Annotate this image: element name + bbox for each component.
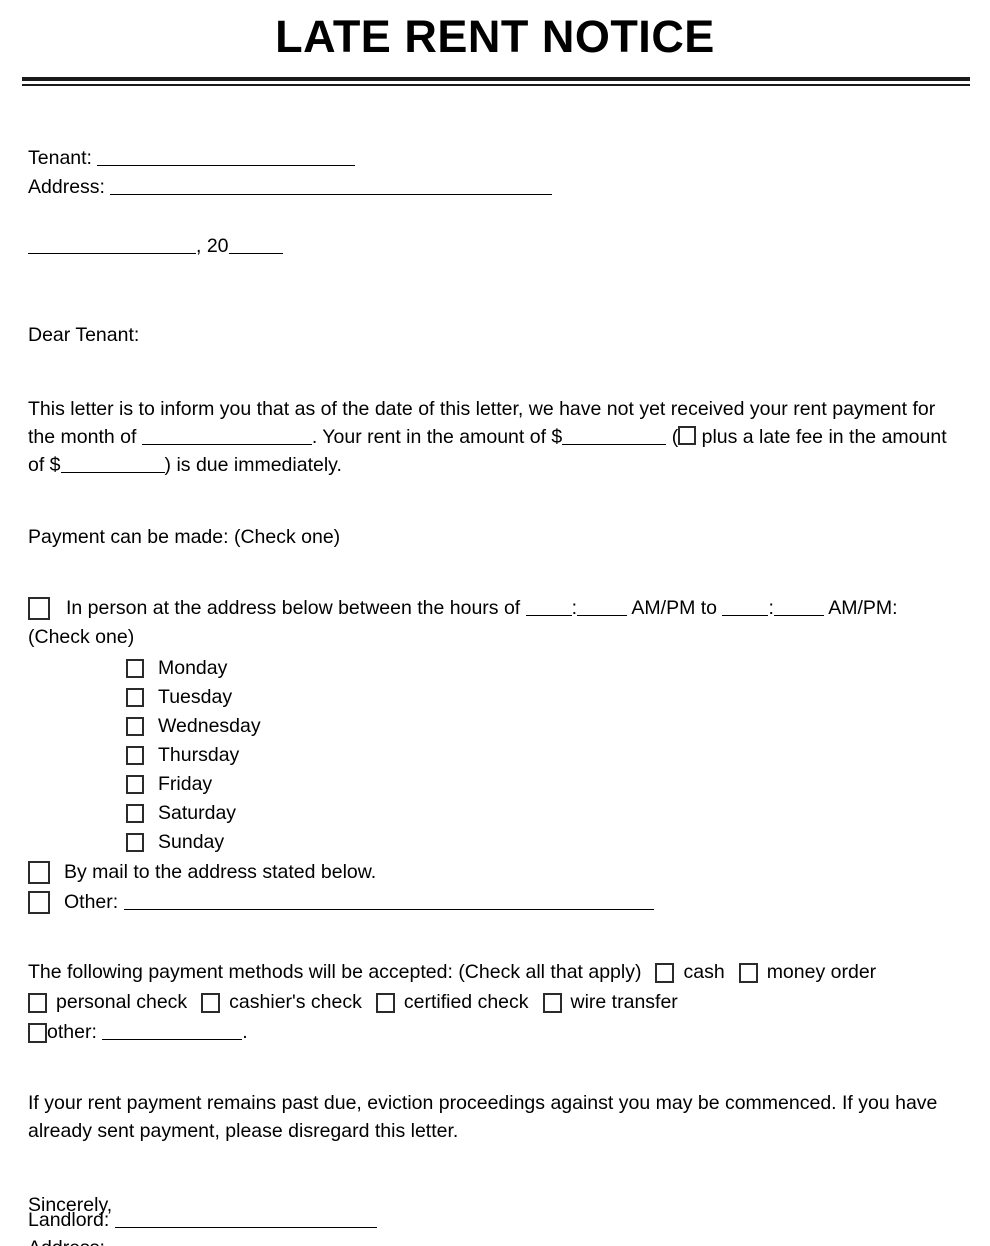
- body-intro-part2: . Your rent in the amount of $: [311, 426, 563, 448]
- payment-label-other: other:: [47, 1021, 97, 1043]
- other-delivery-blank[interactable]: [123, 892, 654, 910]
- address-input-blank[interactable]: [110, 177, 553, 195]
- body-intro-part5: ) is due immediately.: [164, 454, 342, 476]
- checkbox-sunday[interactable]: [126, 833, 144, 853]
- in-person-row: In person at the address below between t…: [28, 594, 962, 623]
- document-page: LATE RENT NOTICE Tenant: Address: , 20 D…: [0, 0, 990, 1246]
- landlord-row: Landlord:: [28, 1206, 958, 1234]
- signature-block: Landlord: Address:: [28, 1206, 958, 1246]
- day-row-sunday[interactable]: Sunday: [126, 828, 962, 857]
- rent-amount-blank[interactable]: [562, 427, 667, 445]
- end-hour-blank[interactable]: [722, 598, 769, 616]
- payment-methods-row-2: personal check cashier's check certified c…: [28, 987, 962, 1017]
- day-row-thursday[interactable]: Thursday: [126, 741, 962, 770]
- header-divider: [22, 77, 970, 86]
- checkbox-thursday[interactable]: [126, 746, 144, 766]
- in-person-label: In person at the address below between t…: [66, 597, 521, 619]
- late-fee-checkbox[interactable]: [678, 426, 697, 446]
- checkbox-by-mail[interactable]: [28, 861, 50, 885]
- notice-body-text: This letter is to inform you that as of …: [28, 395, 962, 479]
- date-year-prefix: , 20: [196, 235, 229, 257]
- in-person-checkbox[interactable]: [28, 597, 50, 621]
- late-fee-amount-blank[interactable]: [60, 455, 165, 473]
- date-row: , 20: [28, 232, 962, 261]
- day-label-monday: Monday: [158, 657, 228, 679]
- notice-body-paragraph: This letter is to inform you that as of …: [28, 395, 962, 479]
- day-row-saturday[interactable]: Saturday: [126, 799, 962, 828]
- other-payment-blank[interactable]: [102, 1022, 243, 1040]
- in-person-check-one: (Check one): [28, 626, 135, 648]
- salutation: Dear Tenant:: [28, 324, 140, 346]
- page-title: LATE RENT NOTICE: [275, 11, 715, 62]
- divider-thin-line: [22, 84, 970, 86]
- payment-label-cash: cash: [683, 961, 725, 983]
- day-row-tuesday[interactable]: Tuesday: [126, 683, 962, 712]
- address-row: Address:: [28, 173, 962, 202]
- payment-label-certified-check: certified check: [403, 991, 529, 1013]
- end-am-pm-label: AM/PM:: [828, 597, 898, 619]
- option-row-by-mail[interactable]: By mail to the address stated below.: [28, 857, 962, 887]
- landlord-label: Landlord:: [28, 1209, 110, 1231]
- day-row-friday[interactable]: Friday: [126, 770, 962, 799]
- payment-method-heading: Payment can be made: (Check one): [28, 526, 341, 548]
- date-month-day-blank[interactable]: [28, 236, 196, 254]
- checkbox-saturday[interactable]: [126, 804, 144, 824]
- payment-label-personal-check: personal check: [56, 991, 188, 1013]
- tenant-info-section: Tenant: Address:: [28, 144, 962, 202]
- start-hour-blank[interactable]: [525, 598, 572, 616]
- in-person-option: In person at the address below between t…: [28, 594, 962, 652]
- checkbox-cashiers-check[interactable]: [201, 992, 221, 1013]
- payment-methods-row-1: The following payment methods will be ac…: [28, 957, 962, 987]
- day-label-friday: Friday: [158, 773, 213, 795]
- checkbox-certified-check[interactable]: [375, 992, 395, 1013]
- day-label-thursday: Thursday: [158, 744, 240, 766]
- date-year-blank[interactable]: [228, 236, 283, 254]
- payment-other-period: .: [242, 1021, 248, 1043]
- option-label-by-mail: By mail to the address stated below.: [64, 861, 377, 883]
- checkbox-money-order[interactable]: [738, 962, 758, 983]
- day-label-tuesday: Tuesday: [158, 686, 233, 708]
- checkbox-other-payment[interactable]: [28, 1022, 47, 1043]
- checkbox-cash[interactable]: [655, 962, 675, 983]
- checkbox-wednesday[interactable]: [126, 717, 144, 737]
- delivery-options: By mail to the address stated below. Oth…: [28, 857, 962, 917]
- day-row-wednesday[interactable]: Wednesday: [126, 712, 962, 741]
- day-row-monday[interactable]: Monday: [126, 654, 962, 683]
- checkbox-personal-check[interactable]: [28, 992, 47, 1013]
- checkbox-other-delivery[interactable]: [28, 891, 50, 915]
- payment-methods-row-3: other: .: [28, 1017, 962, 1047]
- checkbox-wire-transfer[interactable]: [542, 992, 562, 1013]
- payment-label-cashiers-check: cashier's check: [229, 991, 362, 1013]
- closing-paragraph: If your rent payment remains past due, e…: [28, 1092, 938, 1142]
- start-minute-blank[interactable]: [577, 598, 628, 616]
- tenant-label: Tenant:: [28, 147, 92, 169]
- landlord-input-blank[interactable]: [114, 1210, 377, 1228]
- address-label: Address:: [28, 176, 105, 198]
- month-blank[interactable]: [141, 427, 312, 445]
- day-label-wednesday: Wednesday: [158, 715, 261, 737]
- day-label-sunday: Sunday: [158, 831, 225, 853]
- payment-methods-section: The following payment methods will be ac…: [28, 957, 962, 1047]
- start-am-pm-label: AM/PM to: [631, 597, 718, 619]
- day-checkbox-list: Monday Tuesday Wednesday Thursday Friday…: [126, 654, 962, 857]
- option-label-other: Other:: [64, 891, 119, 913]
- payment-label-money-order: money order: [766, 961, 877, 983]
- payment-methods-heading: The following payment methods will be ac…: [28, 961, 642, 983]
- landlord-address-row: Address:: [28, 1234, 958, 1246]
- option-row-other[interactable]: Other:: [28, 887, 962, 917]
- checkbox-friday[interactable]: [126, 775, 144, 795]
- payment-label-wire-transfer: wire transfer: [570, 991, 678, 1013]
- checkbox-tuesday[interactable]: [126, 688, 144, 708]
- end-minute-blank[interactable]: [773, 598, 824, 616]
- landlord-address-label: Address:: [28, 1237, 105, 1246]
- checkbox-monday[interactable]: [126, 659, 144, 679]
- day-label-saturday: Saturday: [158, 802, 237, 824]
- tenant-input-blank[interactable]: [97, 148, 356, 166]
- tenant-row: Tenant:: [28, 144, 962, 173]
